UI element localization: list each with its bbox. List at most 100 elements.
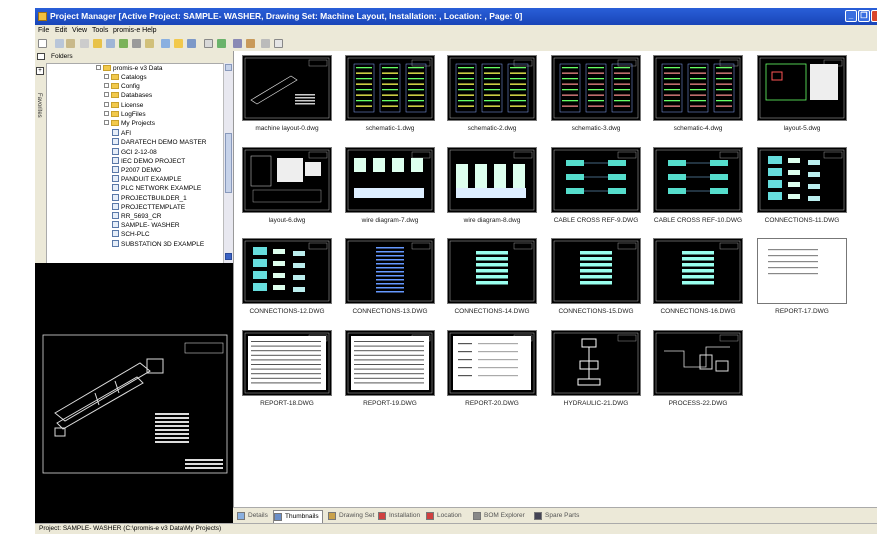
menu-file[interactable]: File bbox=[38, 25, 49, 36]
tree-project-item[interactable]: DARATECH DEMO MASTER bbox=[112, 138, 206, 146]
tree-project-item[interactable]: SCH-PLC bbox=[112, 230, 150, 238]
scroll-down-icon[interactable] bbox=[225, 253, 232, 260]
folder-icon bbox=[111, 74, 119, 80]
thumbnail-image[interactable] bbox=[757, 147, 847, 213]
tree-folder-item[interactable]: My Projects bbox=[104, 120, 155, 128]
thumbnail-image[interactable] bbox=[242, 55, 332, 121]
expand-icon[interactable] bbox=[104, 74, 109, 79]
expand-icon[interactable] bbox=[104, 92, 109, 98]
settings-icon[interactable] bbox=[217, 39, 226, 48]
tree-project-item[interactable]: SAMPLE- WASHER bbox=[112, 221, 180, 229]
thumbnail-image[interactable] bbox=[653, 238, 743, 304]
tab-location[interactable]: Location bbox=[426, 510, 462, 522]
tree-folder-item[interactable]: LogFiles bbox=[104, 110, 146, 119]
thumbnail-image[interactable] bbox=[345, 330, 435, 396]
thumbnail-image[interactable] bbox=[242, 147, 332, 213]
menu-view[interactable]: View bbox=[72, 25, 87, 36]
tab-label: Drawing Set bbox=[339, 512, 375, 519]
menu-edit[interactable]: Edit bbox=[55, 25, 67, 36]
favorites-label: Favorites bbox=[36, 93, 42, 118]
thumbnail-image[interactable] bbox=[757, 238, 847, 304]
thumbnail-image[interactable] bbox=[345, 55, 435, 121]
expand-icon[interactable] bbox=[104, 110, 109, 116]
delete-icon[interactable] bbox=[80, 39, 89, 48]
thumbnail-image[interactable] bbox=[551, 147, 641, 213]
thumbnail-label: layout-6.dwg bbox=[268, 217, 306, 224]
thumbnail-image[interactable] bbox=[551, 55, 641, 121]
move-icon[interactable] bbox=[119, 39, 128, 48]
folder-icon[interactable] bbox=[174, 39, 183, 48]
tree-folder-item[interactable]: Catalogs bbox=[104, 74, 147, 82]
tree-project-item[interactable]: PROJECTBUILDER_1 bbox=[112, 193, 187, 202]
report-icon[interactable] bbox=[204, 39, 213, 48]
copy-icon[interactable] bbox=[55, 39, 64, 48]
move-down-icon[interactable] bbox=[132, 39, 141, 48]
tree-root-label: promis-e v3 Data bbox=[113, 65, 163, 72]
thumbnail-image[interactable] bbox=[242, 330, 332, 396]
tab-bom-explorer[interactable]: BOM Explorer bbox=[473, 510, 525, 522]
view-icon[interactable] bbox=[187, 39, 196, 48]
tree-project-item[interactable]: SUBSTATION 3D EXAMPLE bbox=[112, 239, 204, 248]
folder-icon bbox=[111, 92, 119, 99]
minimize-button[interactable]: _ bbox=[845, 10, 857, 22]
paste-icon[interactable] bbox=[66, 39, 75, 48]
tree-project-item[interactable]: P2007 DEMO bbox=[112, 166, 161, 174]
tree-project-item[interactable]: PLC NETWORK EXAMPLE bbox=[112, 184, 201, 192]
tree-folder-item[interactable]: License bbox=[104, 101, 143, 110]
folder-icon bbox=[103, 65, 111, 71]
folders-icon[interactable] bbox=[37, 53, 45, 60]
tree-project-item[interactable]: RR_5693_CR bbox=[112, 212, 161, 220]
tree-project-item[interactable]: IEC DEMO PROJECT bbox=[112, 156, 185, 165]
open-icon[interactable] bbox=[93, 39, 102, 48]
location-icon bbox=[426, 512, 434, 520]
thumbnail-image[interactable] bbox=[447, 147, 537, 213]
tab-spare-parts[interactable]: Spare Parts bbox=[534, 510, 579, 522]
tree-item-label: Catalogs bbox=[121, 74, 147, 81]
tab-details[interactable]: Details bbox=[237, 510, 268, 522]
thumbnail-image[interactable] bbox=[551, 330, 641, 396]
import-icon[interactable] bbox=[246, 39, 255, 48]
expand-icon[interactable] bbox=[104, 83, 109, 89]
thumbnail-image[interactable] bbox=[653, 55, 743, 121]
tab-thumbnails[interactable]: Thumbnails bbox=[273, 510, 323, 524]
thumbnail-image[interactable] bbox=[653, 330, 743, 396]
window-title-bar[interactable]: Project Manager [Active Project: SAMPLE-… bbox=[35, 8, 877, 25]
thumbnail-image[interactable] bbox=[447, 238, 537, 304]
tab-drawing-set[interactable]: Drawing Set bbox=[328, 510, 374, 522]
scroll-thumb[interactable] bbox=[225, 133, 232, 193]
thumbnail-label: PROCESS-22.DWG bbox=[668, 400, 728, 407]
refresh-icon[interactable] bbox=[145, 39, 154, 48]
collapse-icon[interactable] bbox=[96, 65, 101, 70]
expand-icon[interactable] bbox=[104, 120, 109, 125]
thumbnail-image[interactable] bbox=[447, 55, 537, 121]
tree-project-item[interactable]: PANDUIT EXAMPLE bbox=[112, 175, 181, 183]
expand-icon[interactable] bbox=[104, 101, 109, 107]
thumbnail-image[interactable] bbox=[447, 330, 537, 396]
tree-folder-item[interactable]: Config bbox=[104, 83, 140, 91]
print-icon[interactable] bbox=[261, 39, 270, 48]
tree-project-item[interactable]: AFI bbox=[112, 129, 131, 137]
thumbnail-image[interactable] bbox=[551, 238, 641, 304]
tree-folder-item[interactable]: Databases bbox=[104, 92, 152, 100]
thumbnail-image[interactable] bbox=[242, 238, 332, 304]
help-icon[interactable] bbox=[274, 39, 283, 48]
tree-root[interactable]: promis-e v3 Data bbox=[96, 65, 163, 73]
tools-icon[interactable] bbox=[233, 39, 242, 48]
close-button[interactable] bbox=[871, 10, 877, 22]
thumbnail-image[interactable] bbox=[757, 55, 847, 121]
tree-project-item[interactable]: GCI 2-12-08 bbox=[112, 147, 157, 156]
tree-project-item[interactable]: PROJECTTEMPLATE bbox=[112, 202, 185, 211]
menu-promise-help[interactable]: promis-e Help bbox=[113, 25, 157, 36]
tab-installation[interactable]: Installation bbox=[378, 510, 420, 522]
details-icon bbox=[237, 512, 245, 520]
thumbnail-image[interactable] bbox=[345, 238, 435, 304]
thumbnail-image[interactable] bbox=[345, 147, 435, 213]
menu-tools[interactable]: Tools bbox=[92, 25, 108, 36]
properties-icon[interactable] bbox=[106, 39, 115, 48]
scroll-up-icon[interactable] bbox=[225, 64, 232, 71]
favorites-add-icon[interactable]: + bbox=[36, 67, 44, 75]
restore-button[interactable]: ❐ bbox=[858, 10, 870, 22]
new-icon[interactable] bbox=[38, 39, 47, 48]
search-icon[interactable] bbox=[161, 39, 170, 48]
thumbnail-image[interactable] bbox=[653, 147, 743, 213]
